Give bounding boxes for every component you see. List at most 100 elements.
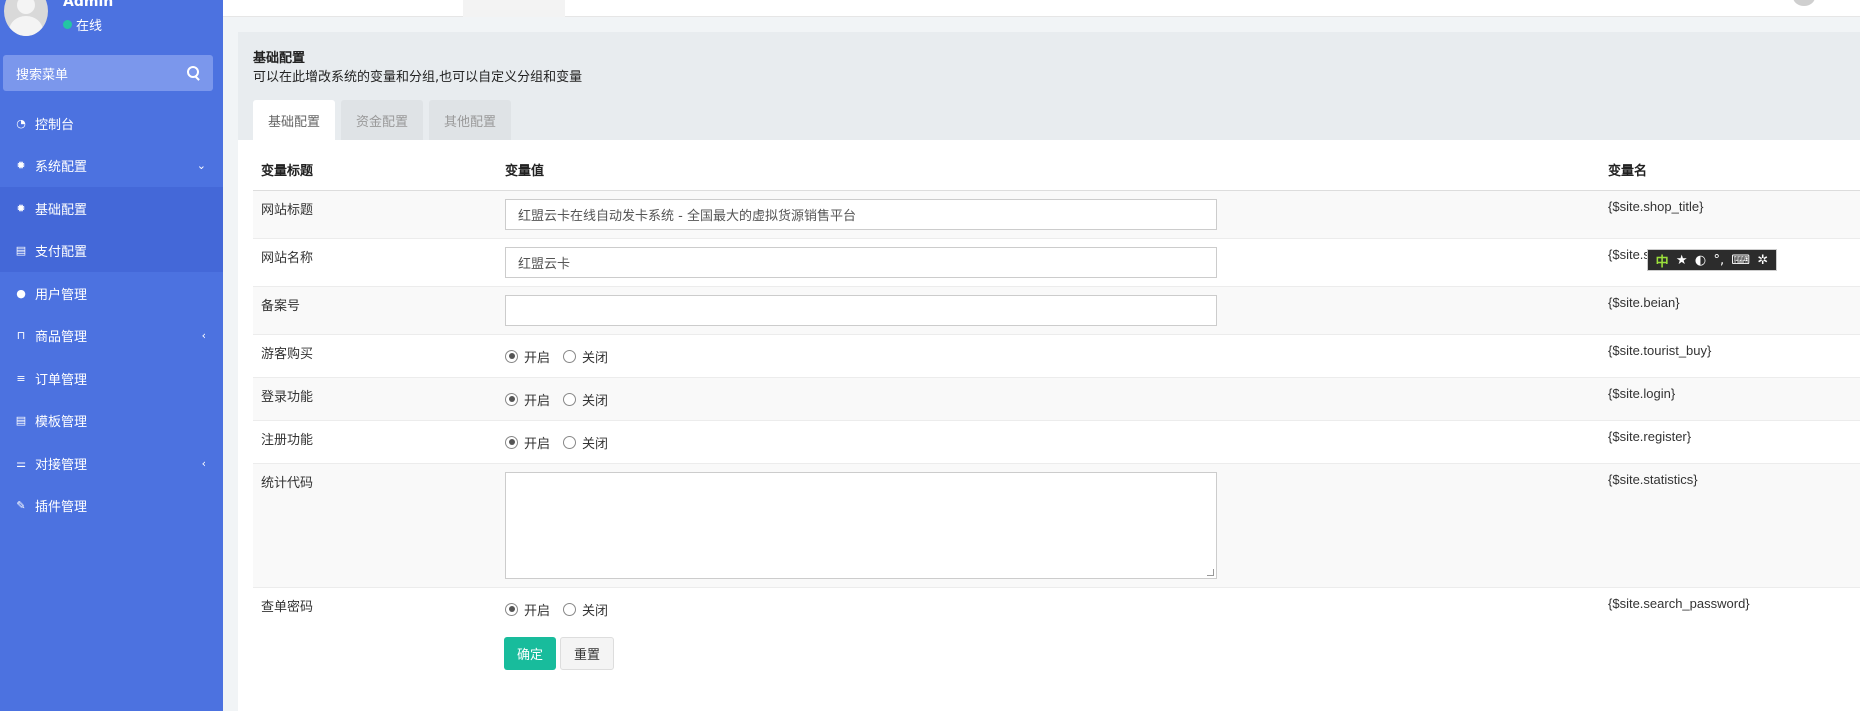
statistics-code-textarea[interactable] [505, 471, 1217, 579]
form-actions: 确定 重置 [504, 637, 615, 670]
shop-title-input[interactable]: 红盟云卡在线自动发卡系统 - 全国最大的虚拟货源销售平台 [505, 198, 1217, 230]
login-radio-group: 开启 关闭 [505, 386, 1592, 409]
row-var-name: {$site.shop_title} [1600, 189, 1860, 238]
ime-mode-indicator[interactable]: 中 [1656, 251, 1669, 270]
radio-off[interactable] [563, 602, 577, 616]
sidebar-item-label: 模板管理 [35, 415, 88, 431]
sidebar-item-orders[interactable]: ≡ 订单管理 [0, 357, 223, 400]
chevron-left-icon: ‹ [201, 329, 206, 343]
sidebar-item-dashboard[interactable]: ◔ 控制台 [0, 102, 223, 145]
sidebar-item-payment-config[interactable]: ▤ 支付配置 [0, 229, 223, 272]
main-panel: 基础配置 可以在此增改系统的变量和分组,也可以自定义分组和变量 基础配置 资金配… [238, 32, 1860, 711]
column-header: 变量标题 [253, 150, 497, 191]
row-value-cell: 开启 关闭 [497, 586, 1600, 630]
radio-on-label[interactable]: 开启 [524, 390, 550, 409]
row-var-name: {$site.beian} [1600, 285, 1860, 334]
top-navbar [223, 0, 1860, 17]
config-table: 变量标题 变量值 变量名 网站标题 红盟云卡在线自动发卡系统 - 全国最大的虚拟… [253, 150, 1860, 630]
row-value-cell: 红盟云卡在线自动发卡系统 - 全国最大的虚拟货源销售平台 [497, 189, 1600, 238]
sidebar-item-label: 基础配置 [35, 202, 88, 218]
table-row: 查单密码 开启 关闭 {$site.search_password} [253, 586, 1860, 630]
sidebar-menu: ◔ 控制台 ✹ 系统配置 ⌄ ✹ 基础配置 ▤ 支付配置 ● 用户管理 ⊓ 商品… [0, 102, 223, 527]
radio-on[interactable] [505, 392, 518, 406]
sidebar-item-basic-config[interactable]: ✹ 基础配置 [0, 187, 223, 230]
table-row: 备案号 {$site.beian} [253, 285, 1860, 334]
sidebar-item-users[interactable]: ● 用户管理 [0, 272, 223, 315]
row-var-name: {$site.search_password} [1600, 586, 1860, 630]
row-value-cell: 开启 关闭 [497, 376, 1600, 420]
radio-off[interactable] [563, 435, 577, 449]
online-status-dot [63, 20, 72, 29]
sidebar-item-templates[interactable]: ▤ 模板管理 [0, 400, 223, 443]
sidebar-item-integrations[interactable]: ⚌ 对接管理 ‹ [0, 442, 223, 485]
table-row: 注册功能 开启 关闭 {$site.register} [253, 419, 1860, 463]
chevron-down-icon: ⌄ [196, 159, 206, 173]
table-row: 游客购买 开启 关闭 {$site.tourist_buy} [253, 333, 1860, 377]
radio-on[interactable] [505, 435, 518, 449]
user-status: 在线 [63, 15, 102, 34]
table-row: 网站标题 红盟云卡在线自动发卡系统 - 全国最大的虚拟货源销售平台 {$site… [253, 189, 1860, 238]
top-nav-tab[interactable] [463, 0, 565, 17]
reset-button[interactable]: 重置 [560, 637, 615, 670]
radio-off-label[interactable]: 关闭 [582, 347, 608, 366]
radio-off[interactable] [563, 349, 577, 363]
table-icon: ▤ [15, 414, 27, 428]
config-tabs: 基础配置 资金配置 其他配置 [253, 100, 512, 140]
avatar [4, 0, 48, 36]
chevron-left-icon: ‹ [201, 456, 206, 470]
gear-icon: ✹ [16, 159, 26, 173]
user-status-label: 在线 [76, 19, 103, 34]
row-title: 登录功能 [253, 376, 497, 420]
row-title: 查单密码 [253, 586, 497, 630]
sidebar-item-label: 支付配置 [35, 245, 88, 261]
site-name-input[interactable]: 红盟云卡 [505, 246, 1217, 278]
star-icon[interactable]: ★ [1676, 253, 1688, 268]
top-avatar[interactable] [1793, 0, 1815, 6]
sidebar-item-products[interactable]: ⊓ 商品管理 ‹ [0, 315, 223, 358]
plug-icon: ✎ [16, 499, 26, 513]
column-header: 变量名 [1600, 150, 1860, 191]
confirm-button[interactable]: 确定 [504, 637, 557, 670]
row-title: 网站名称 [253, 237, 497, 286]
radio-on-label[interactable]: 开启 [524, 600, 550, 619]
menu-search-placeholder: 搜索菜单 [16, 67, 69, 83]
sidebar-item-label: 对接管理 [35, 457, 88, 473]
radio-off-label[interactable]: 关闭 [582, 433, 608, 452]
row-var-name: {$site.tourist_buy} [1600, 333, 1860, 377]
radio-on[interactable] [505, 349, 518, 363]
beian-input[interactable] [505, 294, 1217, 326]
sidebar-item-label: 商品管理 [35, 330, 88, 346]
punctuation-icon[interactable]: °, [1713, 253, 1724, 268]
radio-on-label[interactable]: 开启 [524, 347, 550, 366]
table-header-row: 变量标题 变量值 变量名 [253, 150, 1860, 191]
user-panel: Admin 在线 [0, 0, 223, 52]
page-header: 基础配置 可以在此增改系统的变量和分组,也可以自定义分组和变量 基础配置 资金配… [238, 32, 1860, 140]
dashboard-icon: ◔ [16, 116, 26, 130]
radio-on[interactable] [505, 602, 518, 616]
tab-basic-config[interactable]: 基础配置 [253, 100, 336, 140]
radio-off-label[interactable]: 关闭 [582, 600, 608, 619]
search-icon[interactable] [187, 66, 201, 80]
table-row: 网站名称 红盟云卡 {$site.s [253, 237, 1860, 286]
row-title: 注册功能 [253, 419, 497, 463]
row-var-name: {$site.login} [1600, 376, 1860, 420]
tourist-buy-radio-group: 开启 关闭 [505, 343, 1592, 366]
sidebar-item-system-config[interactable]: ✹ 系统配置 ⌄ [0, 145, 223, 188]
gear-icon[interactable]: ✲ [1757, 253, 1768, 268]
keyboard-icon[interactable]: ⌨ [1731, 253, 1750, 268]
menu-search-input[interactable]: 搜索菜单 [3, 55, 213, 91]
sidebar-item-label: 用户管理 [35, 287, 88, 303]
radio-on-label[interactable]: 开启 [524, 433, 550, 452]
tab-fund-config[interactable]: 资金配置 [341, 100, 424, 140]
radio-off-label[interactable]: 关闭 [582, 390, 608, 409]
moon-icon[interactable]: ◐ [1695, 253, 1706, 268]
radio-off[interactable] [563, 392, 577, 406]
register-radio-group: 开启 关闭 [505, 429, 1592, 452]
user-name: Admin [63, 0, 114, 10]
sidebar-item-plugins[interactable]: ✎ 插件管理 [0, 485, 223, 528]
column-header: 变量值 [497, 150, 1600, 191]
row-title: 游客购买 [253, 333, 497, 377]
tab-other-config[interactable]: 其他配置 [429, 100, 512, 140]
user-icon: ● [16, 286, 26, 300]
page-description: 可以在此增改系统的变量和分组,也可以自定义分组和变量 [253, 70, 583, 85]
